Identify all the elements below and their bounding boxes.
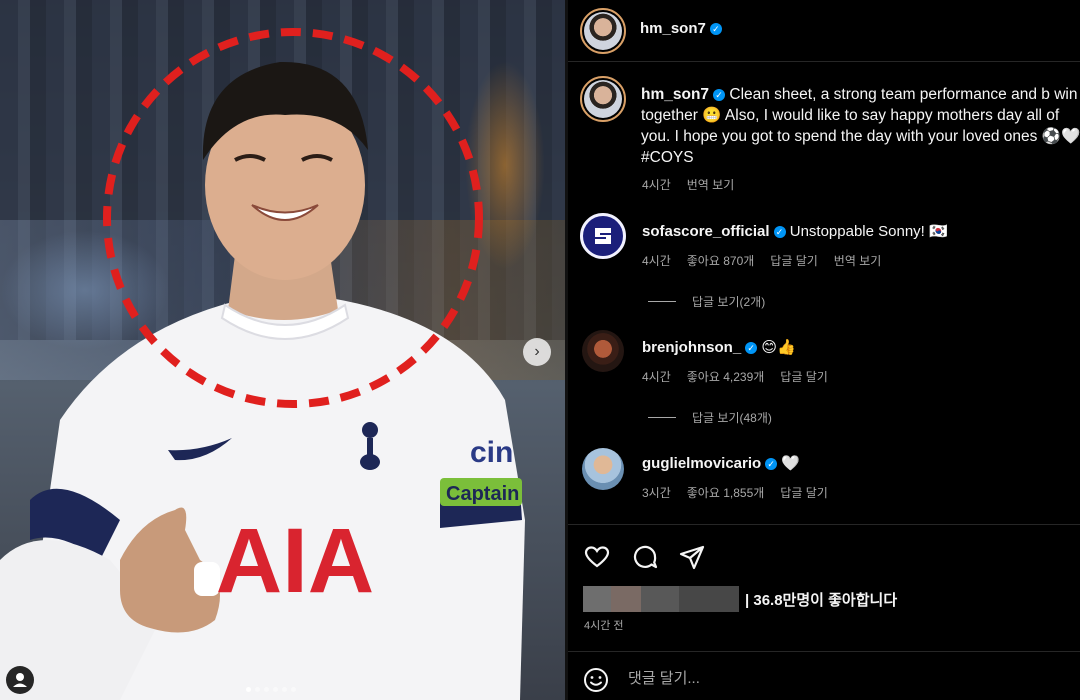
reply-button[interactable]: 답글 달기: [770, 254, 818, 268]
heart-icon[interactable]: [583, 543, 611, 571]
caption-avatar[interactable]: [580, 76, 626, 122]
actions-divider: [568, 524, 1080, 525]
verified-badge-icon: ✓: [745, 342, 758, 354]
view-replies-label[interactable]: 답글 보기(48개): [692, 411, 772, 425]
post-caption: hm_son7 ✓ Clean sheet, a strong team perf…: [641, 84, 1080, 168]
comment-likes[interactable]: 좋아요 1,855개: [687, 486, 765, 500]
post-header: hm_son7 ✓: [568, 0, 1080, 62]
comment-time: 4시간: [642, 254, 671, 268]
comment-author[interactable]: brenjohnson_: [642, 339, 741, 356]
comment-icon[interactable]: [631, 543, 659, 571]
post-photo[interactable]: AIA cin Captain ›: [0, 0, 565, 700]
shirt-sponsor: AIA: [216, 510, 374, 612]
sofascore-logo-icon: [595, 228, 611, 244]
caption-meta: 4시간 번역 보기: [642, 176, 750, 193]
verified-badge-icon: ✓: [709, 23, 722, 35]
blurred-avatar: [583, 586, 611, 612]
captain-armband: Captain: [446, 483, 519, 505]
comment-text: Unstoppable Sonny! 🇰🇷: [789, 223, 948, 240]
carousel-dot: [291, 687, 296, 692]
verified-badge-icon: ✓: [713, 89, 726, 101]
avatar[interactable]: [580, 8, 626, 54]
blurred-username: [679, 586, 739, 612]
carousel-dot: [255, 687, 260, 692]
carousel-dot: [246, 687, 251, 692]
user-icon[interactable]: [6, 666, 34, 694]
reply-divider: [648, 301, 676, 302]
player-illustration: AIA cin Captain: [0, 28, 525, 700]
caption-time: 4시간: [642, 178, 671, 192]
comment-author[interactable]: guglielmovicario: [642, 455, 761, 472]
comment-avatar[interactable]: [580, 213, 626, 259]
carousel-dot: [282, 687, 287, 692]
comment-body: brenjohnson_ ✓ 😊👍: [642, 338, 796, 356]
post-author-name[interactable]: hm_son7: [640, 20, 706, 37]
comment-avatar[interactable]: [582, 448, 624, 490]
comment-input[interactable]: [628, 670, 1068, 687]
comment-body: guglielmovicario ✓ 🤍: [642, 454, 800, 472]
comment-likes[interactable]: 좋아요 4,239개: [687, 370, 765, 384]
comment-time: 3시간: [642, 486, 671, 500]
sleeve-sponsor: cin: [470, 436, 513, 469]
view-replies-button[interactable]: 답글 보기(48개): [648, 409, 772, 426]
carousel-dots: [246, 687, 296, 692]
comment-author[interactable]: sofascore_official: [642, 223, 770, 240]
comment-time: 4시간: [642, 370, 671, 384]
likes-summary[interactable]: | 36.8만명이 좋아합니다: [583, 586, 897, 612]
view-replies-label[interactable]: 답글 보기(2개): [692, 295, 765, 309]
reply-button[interactable]: 답글 달기: [780, 486, 828, 500]
translate-button[interactable]: 번역 보기: [834, 254, 882, 268]
post-time: 4시간 전: [584, 620, 624, 632]
reply-divider: [648, 417, 676, 418]
comment-likes[interactable]: 좋아요 870개: [687, 254, 755, 268]
verified-badge-icon: ✓: [773, 226, 786, 238]
comment-meta: 3시간 좋아요 1,855개 답글 달기: [642, 484, 844, 501]
comment-text: 🤍: [781, 455, 801, 472]
likes-count[interactable]: | 36.8만명이 좋아합니다: [745, 589, 897, 610]
comment-avatar[interactable]: [582, 330, 624, 372]
comment-meta: 4시간 좋아요 870개 답글 달기 번역 보기: [642, 252, 897, 269]
share-icon[interactable]: [678, 543, 706, 571]
chevron-right-icon[interactable]: ›: [523, 338, 551, 366]
caption-translate-button[interactable]: 번역 보기: [687, 178, 735, 192]
blurred-avatar: [611, 586, 641, 612]
carousel-dot: [264, 687, 269, 692]
smiley-icon[interactable]: [582, 666, 610, 694]
caption-author[interactable]: hm_son7: [641, 86, 709, 103]
comment-text: 😊👍: [761, 339, 796, 356]
composer-divider: [568, 651, 1080, 652]
post-author[interactable]: hm_son7 ✓: [640, 20, 722, 37]
view-replies-button[interactable]: 답글 보기(2개): [648, 293, 765, 310]
comment-meta: 4시간 좋아요 4,239개 답글 달기: [642, 368, 844, 385]
comment-body: sofascore_official ✓ Unstoppable Sonny! 🇰…: [642, 222, 948, 240]
post-detail-panel: hm_son7 ✓ hm_son7 ✓ Clean sheet, a strong …: [568, 0, 1080, 700]
verified-badge-icon: ✓: [765, 458, 778, 470]
carousel-dot: [273, 687, 278, 692]
reply-button[interactable]: 답글 달기: [780, 370, 828, 384]
blurred-avatar: [641, 586, 679, 612]
